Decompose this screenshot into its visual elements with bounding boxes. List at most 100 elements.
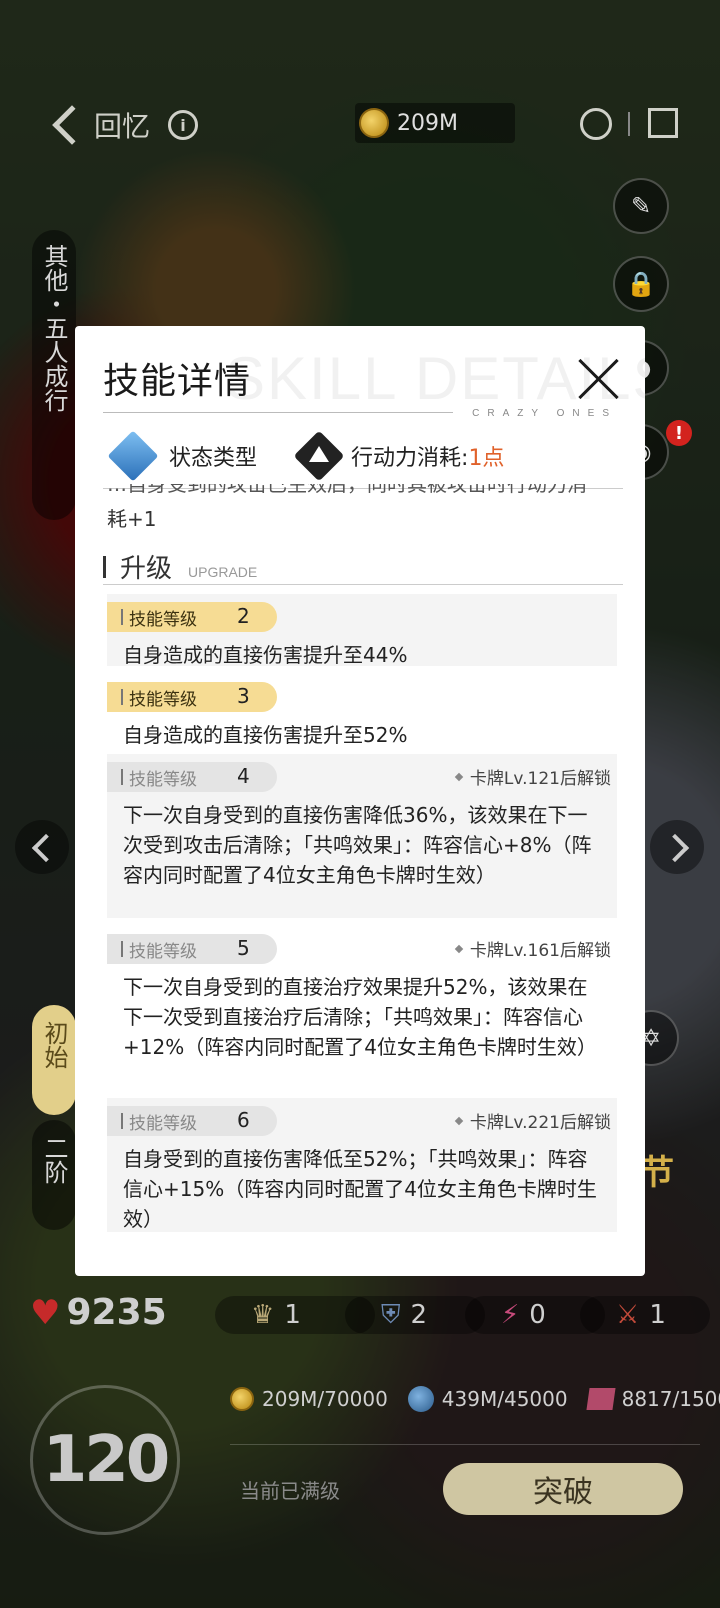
level-pill: 技能等级 (107, 602, 277, 632)
level-pill: 技能等级 (107, 934, 277, 964)
unlock-text: 卡牌Lv.161后解锁 (469, 941, 611, 961)
skill-description-line: 耗+1 (107, 507, 157, 531)
fullscreen-icon[interactable] (648, 108, 678, 138)
share-icon[interactable] (580, 108, 612, 140)
tab-other-label: 其他・五人成行 (40, 244, 68, 412)
crown-icon: ♛ (251, 1300, 275, 1330)
bolt-icon: ⚡ (501, 1300, 520, 1330)
resource-row: 209M/70000 439M/45000 8817/1500 (230, 1386, 720, 1412)
upgrade-divider (103, 584, 623, 585)
resource-blue: 439M/45000 (407, 1386, 568, 1412)
divider (628, 112, 630, 136)
resource-crystal: 8817/1500 (586, 1387, 720, 1411)
gold-coin-icon (230, 1387, 254, 1411)
unlock-text: 卡牌Lv.121后解锁 (469, 769, 611, 789)
back-button[interactable]: 回忆 i (50, 100, 199, 150)
max-level-label: 当前已满级 (240, 1479, 340, 1503)
next-arrow-button[interactable] (650, 820, 704, 874)
resource-blue-value: 439M/45000 (441, 1387, 568, 1411)
resource-gold: 209M/70000 (230, 1387, 388, 1411)
swords-icon: ⚔ (616, 1300, 640, 1330)
swords-stat: ⚔ 1 (580, 1296, 710, 1334)
notification-badge: ! (666, 420, 692, 446)
dialog-title: 技能详情 (103, 361, 252, 402)
level-description: 自身造成的直接伤害提升至52% (123, 723, 408, 747)
level-pill: 技能等级 (107, 762, 277, 792)
level-pill: 技能等级 (107, 1106, 277, 1136)
level-label: 技能等级 (129, 1113, 197, 1134)
skill-type-icon (107, 430, 159, 482)
unlock-text: 卡牌Lv.221后解锁 (469, 1113, 611, 1133)
upgrade-subtitle: UPGRADE (188, 564, 258, 580)
shield-value: 2 (410, 1300, 428, 1330)
level-description: 下一次自身受到的直接治疗效果提升52%，该效果在下一次受到直接治疗后清除；「共鸣… (123, 975, 597, 1059)
shield-icon: ⛨ (381, 1299, 401, 1330)
upgrade-title: 升级 (120, 554, 173, 584)
skill-description-cut-line: …自身受到的攻击已生效后，同时其被攻击时行动力消 (107, 484, 587, 496)
level-display: 120 (30, 1385, 180, 1535)
level-card: 技能等级 3 自身造成的直接伤害提升至52% (107, 674, 617, 747)
breakthrough-button[interactable]: 突破 (443, 1463, 683, 1515)
unlock-requirement: 卡牌Lv.121后解锁 (454, 764, 611, 789)
action-cost-label: 行动力消耗: (351, 446, 469, 471)
level-number: 2 (237, 604, 250, 628)
skill-meta-row: 状态类型 行动力消耗: 1点 (107, 426, 615, 486)
prev-arrow-button[interactable] (15, 820, 69, 874)
level-label: 技能等级 (129, 769, 197, 790)
skill-details-dialog: SKILL DETAILS 技能详情 CRAZY ONES 状态类型 行动力消耗… (75, 326, 645, 1276)
blue-coin-icon (407, 1386, 434, 1412)
diamond-bullet-icon (454, 1116, 464, 1125)
resource-gold-value: 209M/70000 (262, 1387, 388, 1411)
level-card: 技能等级 5 卡牌Lv.161后解锁 下一次自身受到的直接治疗效果提升52%，该… (107, 926, 617, 1090)
level-number: 4 (237, 764, 250, 788)
bolt-value: 0 (529, 1300, 546, 1330)
tab-initial[interactable]: 初始 (32, 1005, 76, 1115)
upgrade-header: 升级 UPGRADE (103, 548, 257, 585)
gold-coin-icon (359, 108, 389, 138)
title-divider (103, 412, 453, 413)
lock-icon[interactable]: 🔒 (613, 256, 669, 312)
crown-value: 1 (284, 1300, 301, 1330)
skin-icon[interactable]: ✎ (613, 178, 669, 234)
level-card: 技能等级 2 自身造成的直接伤害提升至44% (107, 594, 617, 667)
level-pill: 技能等级 (107, 682, 277, 712)
section-bar (103, 555, 106, 578)
level-label: 技能等级 (129, 609, 197, 630)
heart-icon: ♥ (30, 1292, 61, 1333)
action-cost-value: 1点 (468, 446, 505, 471)
divider (230, 1444, 700, 1445)
level-number: 3 (237, 684, 250, 708)
festival-label: 节 (640, 1153, 674, 1193)
tab-initial-label: 初始 (40, 1021, 68, 1069)
level-description: 自身造成的直接伤害提升至44% (123, 643, 408, 667)
level-description: 下一次自身受到的直接伤害降低36%，该效果在下一次受到攻击后清除；「共鸣效果」：… (123, 803, 592, 887)
level-number: 6 (237, 1108, 250, 1132)
swords-value: 1 (649, 1300, 666, 1330)
hp-stat: ♥ 9235 (30, 1292, 167, 1333)
currency-display: 209M (355, 103, 515, 143)
level-description: 自身受到的直接伤害降低至52%；「共鸣效果」：阵容信心+15%（阵容内同时配置了… (123, 1147, 597, 1231)
diamond-bullet-icon (454, 944, 464, 953)
skill-type-label: 状态类型 (169, 446, 258, 471)
diamond-bullet-icon (454, 772, 464, 781)
hp-value: 9235 (66, 1292, 167, 1333)
shield-stat: ⛨ 2 (345, 1296, 485, 1334)
close-icon[interactable] (573, 352, 623, 402)
info-icon[interactable]: i (168, 110, 199, 140)
skill-description-partial[interactable]: …自身受到的攻击已生效后，同时其被攻击时行动力消 耗+1 (107, 484, 617, 534)
stats-bar: ♥ 9235 ♛ 1 ⛨ 2 ⚡ 0 ⚔ 1 (0, 1290, 720, 1340)
level-label: 技能等级 (129, 689, 197, 710)
level-card: 技能等级 4 卡牌Lv.121后解锁 下一次自身受到的直接伤害降低36%，该效果… (107, 754, 617, 918)
back-label: 回忆 (94, 110, 151, 143)
unlock-requirement: 卡牌Lv.161后解锁 (454, 936, 611, 961)
top-bar: 回忆 i 209M (0, 100, 720, 150)
tab-other[interactable]: 其他・五人成行 (32, 230, 76, 520)
back-arrow-icon (52, 105, 92, 145)
crystal-icon (586, 1388, 616, 1410)
action-cost-icon (295, 432, 343, 480)
level-card: 技能等级 6 卡牌Lv.221后解锁 自身受到的直接伤害降低至52%；「共鸣效果… (107, 1098, 617, 1232)
tab-stage2[interactable]: 二阶 (32, 1120, 76, 1230)
tab-stage2-label: 二阶 (40, 1136, 68, 1184)
level-label: 技能等级 (129, 941, 197, 962)
dialog-subtitle: CRAZY ONES (472, 408, 617, 419)
